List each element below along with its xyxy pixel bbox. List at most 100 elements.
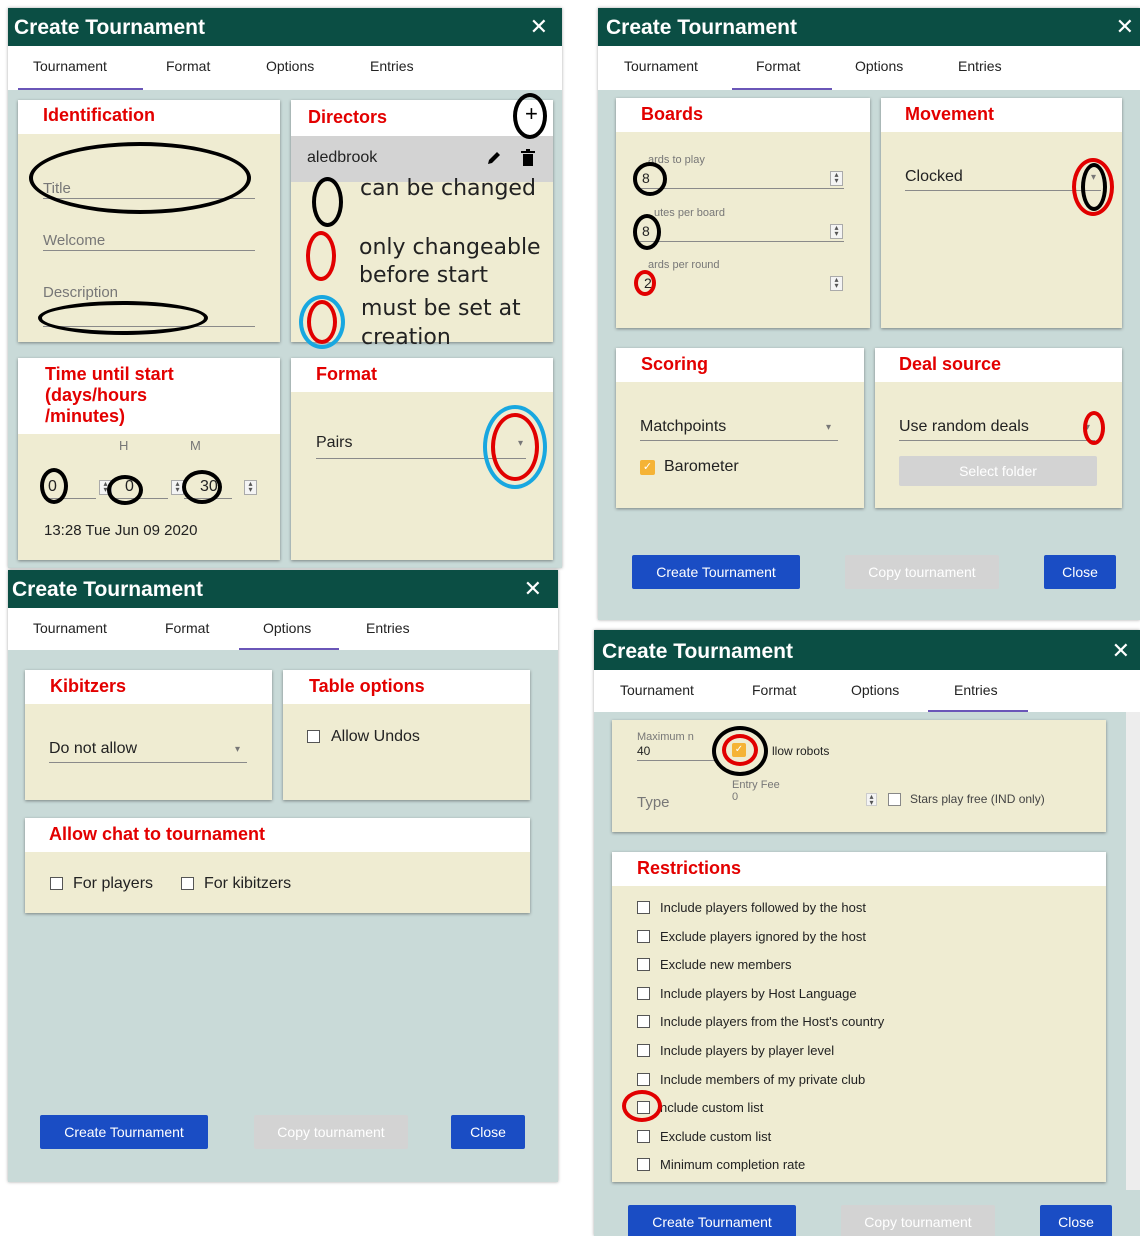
tab-tournament[interactable]: Tournament: [33, 58, 107, 74]
close-button[interactable]: Close: [1040, 1205, 1112, 1236]
annotation-oval-black: [29, 142, 251, 214]
restriction-item[interactable]: Exclude custom list: [637, 1129, 1077, 1147]
boards-per-round-input[interactable]: 2 ▴ ▾: [640, 275, 844, 293]
restriction-checkbox[interactable]: [637, 1129, 650, 1143]
maximum-input[interactable]: 40: [637, 744, 715, 761]
restriction-checkbox[interactable]: [637, 1044, 650, 1057]
restriction-label: Exclude custom list: [660, 1128, 772, 1144]
close-button[interactable]: Close: [451, 1115, 525, 1149]
create-tournament-button[interactable]: Create Tournament: [40, 1115, 208, 1149]
annotation-oval-black: [633, 214, 661, 250]
boards-heading: Boards: [641, 104, 704, 124]
restriction-item[interactable]: Minimum completion rate: [637, 1157, 1077, 1175]
tab-entries[interactable]: Entries: [954, 682, 998, 698]
kibitzers-select[interactable]: Do not allow ▾: [49, 738, 247, 763]
trash-icon[interactable]: [521, 149, 535, 166]
movement-header: Movement: [881, 98, 1122, 132]
boards-per-round-spinner[interactable]: ▴ ▾: [830, 276, 843, 291]
annotation-oval-black: [633, 162, 667, 196]
restriction-item[interactable]: Include players by Host Language: [637, 986, 1077, 1004]
restriction-checkbox[interactable]: [637, 986, 650, 1000]
minutes-per-board-input[interactable]: 8 ▴ ▾: [640, 223, 844, 242]
scoring-select[interactable]: Matchpoints ▾: [640, 416, 838, 441]
allow-robots-label: llow robots: [772, 744, 830, 758]
tab-options[interactable]: Options: [266, 58, 314, 74]
restriction-checkbox[interactable]: [637, 1158, 650, 1172]
tab-entries[interactable]: Entries: [366, 620, 410, 636]
annotation-oval-red: [306, 231, 336, 281]
scoring-card: Scoring Matchpoints ▾ ✓ Barometer: [616, 348, 864, 508]
tab-format[interactable]: Format: [752, 682, 796, 698]
select-folder-button[interactable]: Select folder: [899, 456, 1097, 486]
deal-source-select[interactable]: Use random deals ▾: [899, 416, 1095, 441]
annotation-oval-black: [38, 301, 208, 335]
tab-options[interactable]: Options: [263, 620, 311, 636]
dialog-tournament-tab: Create Tournament ✕ Tournament Format Op…: [8, 8, 562, 568]
annotation-oval-black: [1081, 163, 1107, 211]
restriction-item[interactable]: Include players from the Host's country: [637, 1014, 1077, 1032]
restriction-checkbox[interactable]: [637, 1072, 650, 1086]
close-icon[interactable]: ✕: [1112, 638, 1130, 664]
boards-to-play-input[interactable]: 8 ▴ ▾: [640, 170, 844, 189]
tab-format[interactable]: Format: [756, 58, 800, 74]
annotation-oval-red: [307, 300, 337, 344]
stars-play-free-checkbox[interactable]: [888, 793, 901, 806]
tab-tournament[interactable]: Tournament: [620, 682, 694, 698]
table-options-card: Table options Allow Undos: [283, 670, 530, 800]
tab-tournament[interactable]: Tournament: [33, 620, 107, 636]
kibitzers-header: Kibitzers: [25, 670, 272, 704]
tab-entries[interactable]: Entries: [370, 58, 414, 74]
restriction-item[interactable]: nclude custom list: [637, 1100, 1077, 1118]
dialog-options-tab: Create Tournament ✕ Tournament Format Op…: [8, 570, 558, 1182]
restriction-checkbox[interactable]: [637, 1015, 650, 1029]
entry-fee-spinner[interactable]: ▴ ▾: [866, 793, 877, 807]
tab-bar: Tournament Format Options Entries: [8, 608, 558, 650]
chat-kibitzers-checkbox[interactable]: [181, 877, 194, 890]
format-heading: Format: [316, 364, 378, 384]
allow-undos-label: Allow Undos: [331, 728, 420, 745]
create-tournament-button[interactable]: Create Tournament: [632, 555, 800, 589]
pencil-icon[interactable]: [486, 150, 502, 166]
close-icon[interactable]: ✕: [524, 576, 542, 602]
time-heading-1: Time until start: [45, 364, 174, 384]
copy-tournament-button[interactable]: Copy tournament: [841, 1205, 995, 1236]
boards-to-play-spinner[interactable]: ▴ ▾: [830, 171, 843, 186]
hours-label: H: [119, 438, 129, 453]
copy-tournament-button[interactable]: Copy tournament: [254, 1115, 408, 1149]
tab-format[interactable]: Format: [166, 58, 210, 74]
minutes-per-board-spinner[interactable]: ▴ ▾: [830, 224, 843, 239]
copy-tournament-button[interactable]: Copy tournament: [845, 555, 999, 589]
type-label: Type: [637, 794, 670, 811]
restriction-checkbox[interactable]: [637, 958, 650, 972]
tab-options[interactable]: Options: [855, 58, 903, 74]
tab-format[interactable]: Format: [165, 620, 209, 636]
barometer-checkbox[interactable]: ✓: [640, 460, 655, 475]
minutes-spinner[interactable]: ▴ ▾: [244, 480, 257, 495]
tab-tournament[interactable]: Tournament: [624, 58, 698, 74]
allow-undos-checkbox[interactable]: [307, 730, 320, 743]
dialog-title: Create Tournament: [606, 16, 797, 39]
restriction-item[interactable]: Exclude players ignored by the host: [637, 929, 1077, 947]
identification-header: Identification: [18, 100, 280, 134]
time-heading-3: /minutes): [45, 406, 126, 426]
restriction-item[interactable]: Include players by player level: [637, 1043, 1077, 1061]
restriction-item[interactable]: Include members of my private club: [637, 1072, 1077, 1090]
chat-players-label: For players: [73, 875, 154, 892]
restriction-item[interactable]: Include players followed by the host: [637, 900, 1077, 918]
legend-before-start-1: only changeable: [359, 235, 541, 260]
restriction-checkbox[interactable]: [637, 901, 650, 914]
close-button[interactable]: Close: [1044, 555, 1116, 589]
deal-source-header: Deal source: [875, 348, 1122, 382]
scrollbar[interactable]: [1126, 712, 1140, 1190]
chat-players-checkbox[interactable]: [50, 877, 63, 890]
restriction-item[interactable]: Exclude new members: [637, 957, 1077, 975]
close-icon[interactable]: ✕: [530, 14, 548, 40]
tab-options[interactable]: Options: [851, 682, 899, 698]
close-icon[interactable]: ✕: [1116, 14, 1134, 40]
restriction-label: Include members of my private club: [660, 1071, 866, 1087]
create-tournament-button[interactable]: Create Tournament: [628, 1205, 796, 1236]
tab-entries[interactable]: Entries: [958, 58, 1002, 74]
welcome-field[interactable]: Welcome: [43, 230, 255, 251]
restriction-checkbox[interactable]: [637, 929, 650, 943]
restriction-label: nclude custom list: [660, 1100, 764, 1116]
